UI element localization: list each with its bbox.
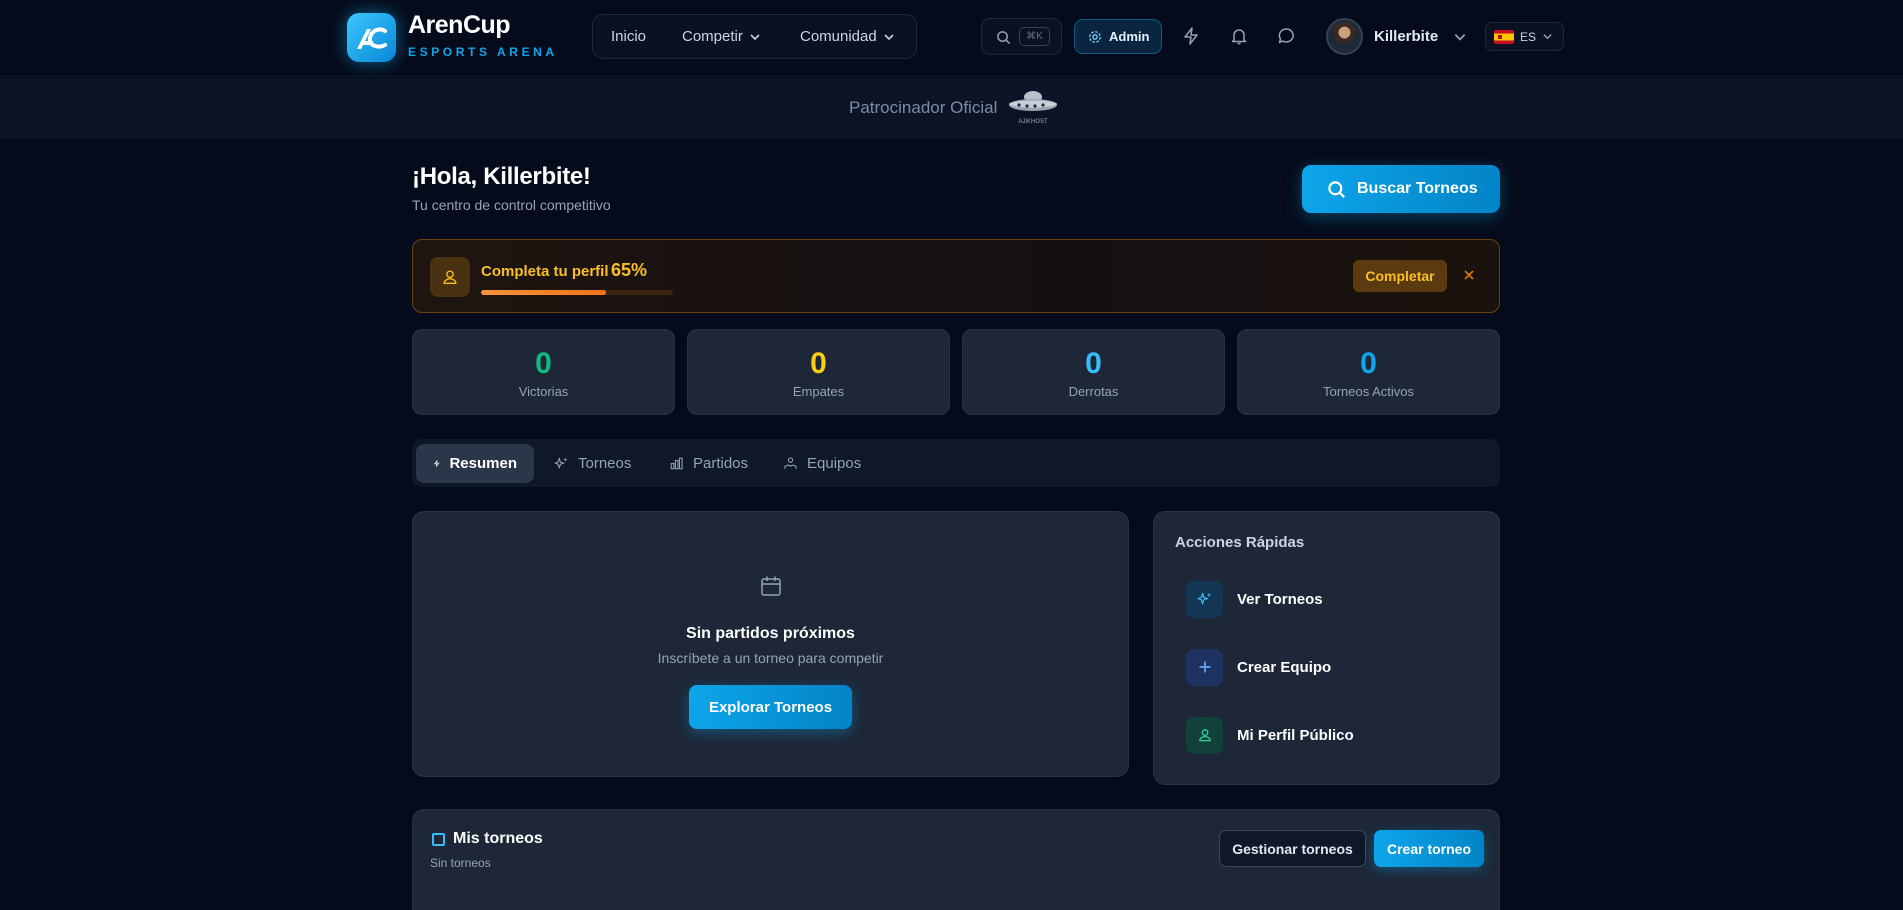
my-tournaments-subtitle: Sin torneos [430, 856, 491, 870]
chevron-down-icon [1454, 33, 1466, 41]
profile-progress-bar [481, 290, 673, 295]
tab-torneos[interactable]: Torneos [537, 444, 648, 483]
search-tournaments-label: Buscar Torneos [1357, 180, 1478, 197]
language-selector[interactable]: ES [1485, 22, 1564, 51]
quick-actions-panel: Acciones Rápidas Ver Torneos Crear Equip… [1153, 511, 1500, 785]
bar-chart-icon [670, 457, 683, 470]
stat-card-derrotas: 0 Derrotas [962, 329, 1225, 415]
quick-action-label: Ver Torneos [1237, 590, 1323, 608]
chevron-down-icon [884, 34, 894, 41]
tab-label: Resumen [449, 455, 517, 472]
main-nav: Inicio Competir Comunidad [592, 14, 917, 59]
nav-item-label: Comunidad [800, 28, 877, 45]
team-icon [784, 457, 797, 469]
sponsor-logo[interactable]: AJIKHOST [1006, 88, 1060, 126]
tab-label: Equipos [807, 455, 862, 472]
my-tournaments-title: Mis torneos [453, 830, 543, 847]
quick-action-mi-perfil-publico[interactable]: Mi Perfil Público [1186, 716, 1354, 754]
nav-item-inicio[interactable]: Inicio [611, 15, 646, 58]
quick-action-ver-torneos[interactable]: Ver Torneos [1186, 580, 1323, 618]
tab-partidos[interactable]: Partidos [652, 444, 765, 483]
qa-icon-wrap [1186, 580, 1223, 618]
tab-equipos[interactable]: Equipos [766, 444, 878, 483]
tab-label: Torneos [578, 455, 632, 472]
complete-profile-button[interactable]: Completar [1353, 260, 1447, 292]
bell-icon[interactable] [1229, 26, 1249, 46]
dashboard-tabs: Resumen Torneos Partidos Equipos [412, 439, 1500, 487]
quick-action-label: Mi Perfil Público [1237, 726, 1354, 744]
username: Killerbite [1374, 28, 1439, 45]
profile-completion-title: Completa tu perfil [481, 263, 609, 280]
nav-item-comunidad[interactable]: Comunidad [800, 15, 895, 58]
lightning-icon[interactable] [1181, 26, 1201, 46]
chevron-down-icon [1543, 34, 1552, 40]
calendar-icon [761, 576, 781, 596]
logo-mark-icon [357, 27, 387, 49]
profile-completion-card: Completa tu perfil 65% Completar [412, 239, 1500, 313]
chat-icon[interactable] [1277, 26, 1297, 46]
quick-action-crear-equipo[interactable]: Crear Equipo [1186, 648, 1331, 686]
spain-flag-icon [1494, 29, 1514, 44]
language-code: ES [1520, 29, 1537, 44]
upcoming-matches-panel: Sin partidos próximos Inscríbete a un to… [412, 511, 1129, 777]
quick-action-label: Crear Equipo [1237, 658, 1332, 676]
brand-subtitle: ESPORTS ARENA [408, 45, 558, 59]
my-tournaments-panel: Mis torneos Sin torneos Gestionar torneo… [412, 809, 1500, 910]
close-icon[interactable] [1461, 267, 1477, 283]
brand-name[interactable]: ArenCup [408, 11, 511, 40]
stat-value: 0 [1360, 347, 1377, 380]
nav-item-label: Inicio [611, 28, 647, 45]
nav-item-label: Competir [682, 28, 743, 45]
stat-label: Derrotas [1068, 384, 1119, 399]
quick-actions-title: Acciones Rápidas [1175, 534, 1305, 551]
page-title: ¡Hola, Killerbite! [412, 163, 591, 190]
admin-button[interactable]: Admin [1074, 19, 1162, 54]
admin-label: Admin [1109, 29, 1150, 44]
sponsor-label: Patrocinador Oficial [849, 98, 998, 117]
search-icon [1328, 180, 1345, 198]
page-subtitle: Tu centro de control competitivo [412, 197, 611, 213]
create-tournament-button[interactable]: Crear torneo [1374, 830, 1484, 867]
tab-label: Partidos [693, 455, 749, 472]
stat-value: 0 [535, 347, 552, 380]
stat-card-empates: 0 Empates [687, 329, 950, 415]
pc-icon-wrap [430, 257, 470, 297]
stat-value: 0 [1085, 347, 1102, 380]
sponsor-bar: Patrocinador Oficial AJIKHOST [0, 78, 1903, 138]
empty-state-title: Sin partidos próximos [686, 625, 855, 642]
plus-icon [1199, 661, 1210, 673]
stat-label: Empates [792, 384, 845, 399]
shortcut-badge: ⌘K [1019, 27, 1050, 46]
empty-state-subtitle: Inscríbete a un torneo para competir [657, 650, 884, 666]
lightning-icon [434, 460, 440, 467]
stat-card-torneos-activos: 0 Torneos Activos [1237, 329, 1500, 415]
chevron-down-icon [750, 34, 760, 41]
square-icon [432, 833, 445, 846]
stat-label: Victorias [518, 384, 569, 399]
nav-item-competir[interactable]: Competir [682, 15, 761, 58]
profile-completion-percent: 65% [611, 260, 648, 280]
qa-icon-wrap [1186, 716, 1223, 754]
manage-tournaments-button[interactable]: Gestionar torneos [1219, 830, 1366, 867]
qa-icon-wrap [1186, 648, 1223, 686]
user-icon [1198, 729, 1211, 742]
user-menu[interactable]: Killerbite [1326, 18, 1467, 55]
gear-icon [1089, 30, 1101, 43]
sponsor-logo-text: AJIKHOST [1018, 119, 1048, 125]
search-button[interactable]: ⌘K [981, 18, 1062, 55]
brand-logo[interactable] [347, 13, 396, 62]
tab-resumen[interactable]: Resumen [416, 444, 534, 483]
stat-label: Torneos Activos [1322, 384, 1415, 399]
user-icon [443, 270, 457, 284]
sparkles-icon [554, 457, 568, 469]
explore-tournaments-button[interactable]: Explorar Torneos [689, 685, 852, 729]
search-tournaments-button[interactable]: Buscar Torneos [1302, 165, 1500, 213]
profile-progress-fill [481, 290, 606, 295]
top-header: ArenCup ESPORTS ARENA Inicio Competir Co… [0, 0, 1903, 77]
stat-card-victorias: 0 Victorias [412, 329, 675, 415]
stat-value: 0 [810, 347, 827, 380]
search-icon [997, 31, 1011, 45]
sparkles-icon [1197, 592, 1211, 605]
avatar [1326, 18, 1363, 55]
